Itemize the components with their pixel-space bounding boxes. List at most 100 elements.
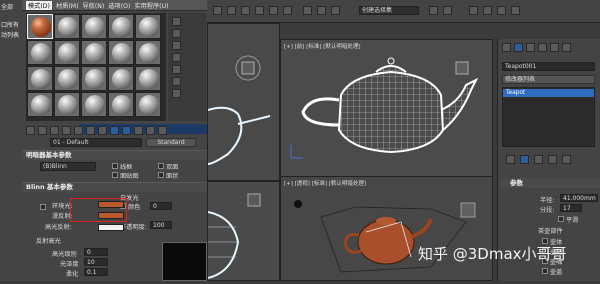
- menu-navigation[interactable]: 导航(N): [83, 1, 105, 10]
- menu-options[interactable]: 选项(O): [108, 1, 130, 10]
- hierarchy-tab-icon[interactable]: [526, 43, 535, 52]
- material-slot[interactable]: [54, 66, 80, 91]
- material-type-button[interactable]: Standard: [146, 137, 196, 147]
- create-tab-icon[interactable]: [502, 43, 511, 52]
- two-sided-checkbox[interactable]: [158, 163, 164, 169]
- blinn-rollout-header[interactable]: Blinn 基本参数: [22, 182, 207, 192]
- assign-material-button[interactable]: [50, 125, 59, 135]
- render-setup-icon[interactable]: [497, 6, 506, 15]
- rotate-icon[interactable]: [269, 6, 278, 15]
- named-selection-dropdown[interactable]: 创建选择集: [359, 6, 419, 15]
- angle-snap-icon[interactable]: [317, 6, 326, 15]
- material-slot[interactable]: [81, 66, 107, 91]
- show-end-result-button[interactable]: [134, 125, 143, 135]
- viewport-left[interactable]: [207, 181, 280, 281]
- perspective-viewport-label[interactable]: [+] [透视] [标准] [默认明暗处理]: [284, 179, 366, 187]
- menu-mode[interactable]: 模式(D): [26, 0, 52, 10]
- material-slot[interactable]: [108, 92, 134, 117]
- material-id-button[interactable]: [110, 125, 119, 135]
- reset-map-button[interactable]: [62, 125, 71, 135]
- motion-tab-icon[interactable]: [538, 43, 547, 52]
- opacity-spinner[interactable]: 100: [150, 221, 172, 229]
- left-item-0[interactable]: 全部: [1, 2, 13, 11]
- left-item-1[interactable]: 口所有: [1, 20, 19, 29]
- percent-snap-icon[interactable]: [331, 6, 340, 15]
- copy-material-button[interactable]: [74, 125, 83, 135]
- soften-spinner[interactable]: 0.1: [84, 268, 108, 276]
- display-tab-icon[interactable]: [550, 43, 559, 52]
- material-slot[interactable]: [108, 40, 134, 65]
- specular-swatch[interactable]: [98, 224, 124, 231]
- gloss-spinner[interactable]: 10: [84, 258, 108, 266]
- viewport-front[interactable]: [280, 39, 493, 181]
- parameters-rollout-header[interactable]: 参数: [500, 178, 600, 188]
- material-slot[interactable]: [108, 66, 134, 91]
- faceted-checkbox[interactable]: [158, 172, 164, 178]
- shader-dropdown[interactable]: (B)Blinn: [40, 162, 96, 171]
- show-end-result-icon[interactable]: [520, 155, 529, 164]
- shader-rollout-header[interactable]: 明暗器基本参数: [22, 150, 207, 160]
- select-icon[interactable]: [241, 6, 250, 15]
- material-slot[interactable]: [27, 40, 53, 65]
- front-viewport-label[interactable]: [+] [前] [标准] [默认明暗处理]: [284, 42, 361, 50]
- material-slot[interactable]: [135, 40, 161, 65]
- viewport-perspective[interactable]: [280, 176, 493, 281]
- left-item-2[interactable]: 动列表: [1, 30, 19, 39]
- render-icon[interactable]: [511, 6, 520, 15]
- material-slot[interactable]: [81, 92, 107, 117]
- smooth-checkbox[interactable]: [558, 216, 564, 222]
- material-slot[interactable]: [108, 14, 134, 39]
- make-preview-button[interactable]: [172, 77, 181, 86]
- move-icon[interactable]: [255, 6, 264, 15]
- material-slot[interactable]: [81, 14, 107, 39]
- scale-icon[interactable]: [283, 6, 292, 15]
- menu-material[interactable]: 材质(M): [56, 1, 79, 10]
- object-name-field[interactable]: Teapot001: [502, 62, 595, 71]
- put-to-scene-button[interactable]: [38, 125, 47, 135]
- material-slot[interactable]: [27, 14, 53, 39]
- segments-spinner[interactable]: 17: [560, 204, 582, 212]
- mirror-icon[interactable]: [429, 6, 438, 15]
- material-slot[interactable]: [135, 66, 161, 91]
- uv-tiling-button[interactable]: [172, 53, 181, 62]
- material-slot[interactable]: [54, 92, 80, 117]
- pin-stack-icon[interactable]: [506, 155, 515, 164]
- material-slot[interactable]: [54, 40, 80, 65]
- lid-checkbox[interactable]: [542, 268, 548, 274]
- material-slot[interactable]: [81, 40, 107, 65]
- material-slot[interactable]: [27, 92, 53, 117]
- snap-icon[interactable]: [303, 6, 312, 15]
- material-editor-icon[interactable]: [483, 6, 492, 15]
- menu-utilities[interactable]: 实用程序(U): [134, 1, 168, 10]
- align-icon[interactable]: [443, 6, 452, 15]
- link-icon[interactable]: [213, 6, 222, 15]
- wire-checkbox[interactable]: [112, 163, 118, 169]
- background-button[interactable]: [172, 41, 181, 50]
- material-slot[interactable]: [27, 66, 53, 91]
- options-button[interactable]: [172, 89, 181, 98]
- show-map-button[interactable]: [122, 125, 131, 135]
- face-map-checkbox[interactable]: [112, 172, 118, 178]
- make-unique-icon[interactable]: [534, 155, 543, 164]
- make-unique-button[interactable]: [86, 125, 95, 135]
- video-check-button[interactable]: [172, 65, 181, 74]
- utilities-tab-icon[interactable]: [562, 43, 571, 52]
- modifier-list-dropdown[interactable]: 修改器列表: [502, 75, 595, 84]
- self-illum-spinner[interactable]: 0: [150, 202, 172, 210]
- lock-icon[interactable]: [40, 204, 46, 210]
- viewport-top[interactable]: [207, 23, 280, 181]
- stack-item-teapot[interactable]: Teapot: [503, 89, 594, 97]
- sample-type-button[interactable]: [172, 17, 181, 26]
- material-slot[interactable]: [135, 14, 161, 39]
- get-material-button[interactable]: [26, 125, 35, 135]
- go-to-parent-button[interactable]: [146, 125, 155, 135]
- material-slot[interactable]: [135, 92, 161, 117]
- remove-modifier-icon[interactable]: [548, 155, 557, 164]
- material-slot[interactable]: [54, 14, 80, 39]
- radius-spinner[interactable]: 41.000mm: [560, 194, 598, 202]
- spec-level-spinner[interactable]: 0: [84, 248, 108, 256]
- go-forward-button[interactable]: [158, 125, 167, 135]
- material-name-field[interactable]: 01 - Default: [50, 137, 142, 147]
- put-to-library-button[interactable]: [98, 125, 107, 135]
- unlink-icon[interactable]: [227, 6, 236, 15]
